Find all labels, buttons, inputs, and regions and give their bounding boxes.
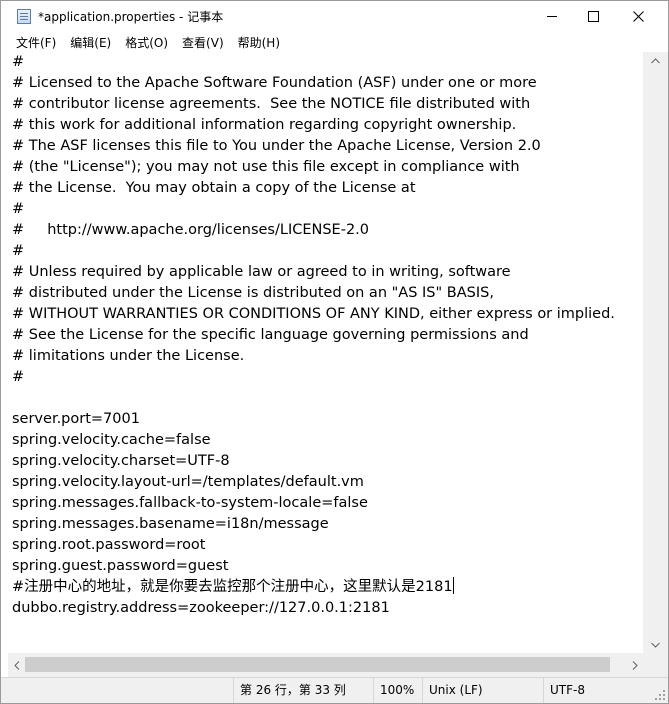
scroll-right-button[interactable] [626,653,643,677]
close-button[interactable] [615,1,661,31]
menu-bar: 文件(F) 编辑(E) 格式(O) 查看(V) 帮助(H) [1,32,668,52]
editor-line: # this work for additional information r… [12,117,517,133]
notepad-icon [17,9,31,24]
editor-line: # distributed under the License is distr… [12,285,494,301]
editor-line: spring.velocity.layout-url=/templates/de… [12,474,364,490]
encoding: UTF-8 [543,678,653,703]
editor-line: # the License. You may obtain a copy of … [12,180,416,196]
menu-help[interactable]: 帮助(H) [231,34,287,51]
status-bar: 第 26 行，第 33 列 100% Unix (LF) UTF-8 [1,677,668,703]
editor-line: # [12,243,25,259]
line-ending: Unix (LF) [422,678,540,703]
minimize-icon [546,15,557,17]
editor-line: # See the License for the specific langu… [12,327,529,343]
menu-format[interactable]: 格式(O) [118,34,175,51]
editor-line: spring.messages.fallback-to-system-local… [12,495,368,511]
menu-view[interactable]: 查看(V) [175,34,231,51]
title-bar[interactable]: *application.properties - 记事本 [1,1,668,32]
editor-line: # contributor license agreements. See th… [12,96,531,112]
chevron-down-icon [651,642,660,648]
current-line-text: #注册中心的地址，就是你要去监控那个注册中心，这里默认是2181 [12,579,453,595]
chevron-up-icon [651,57,660,63]
editor-line: spring.root.password=root [12,537,206,553]
minimize-button[interactable] [529,1,575,31]
horizontal-scrollbar[interactable] [8,653,643,677]
vertical-scrollbar[interactable] [643,52,668,653]
maximize-button[interactable] [570,1,616,31]
editor-line: # limitations under the License. [12,348,245,364]
editor-line [12,388,615,409]
editor-line: # Licensed to the Apache Software Founda… [12,75,537,91]
editor-lines: # # Licensed to the Apache Software Foun… [12,52,615,619]
editor-line: # [12,54,25,70]
text-editor[interactable]: # # Licensed to the Apache Software Foun… [8,52,643,653]
chevron-left-icon [13,660,19,670]
editor-line: spring.velocity.charset=UTF-8 [12,453,230,469]
editor-line: spring.velocity.cache=false [12,432,211,448]
chevron-right-icon [632,660,638,670]
scroll-up-button[interactable] [643,52,668,69]
editor-line: # Unless required by applicable law or a… [12,264,511,280]
horizontal-scroll-thumb[interactable] [25,657,610,672]
menu-file[interactable]: 文件(F) [1,34,63,51]
editor-line: server.port=7001 [12,411,140,427]
notepad-window: *application.properties - 记事本 文件(F) 编辑(E… [0,0,669,704]
editor-line: # WITHOUT WARRANTIES OR CONDITIONS OF AN… [12,306,615,322]
cursor-position: 第 26 行，第 33 列 [233,678,365,703]
scroll-down-button[interactable] [643,636,668,653]
editor-line: # http://www.apache.org/licenses/LICENSE… [12,222,370,238]
editor-line: # (the "License"); you may not use this … [12,159,520,175]
editor-line: # The ASF licenses this file to You unde… [12,138,541,154]
resize-grip-icon[interactable] [655,690,665,700]
menu-edit[interactable]: 编辑(E) [63,34,118,51]
editor-line: spring.messages.basename=i18n/message [12,516,329,532]
editor-line: # [12,201,25,217]
window-title: *application.properties - 记事本 [38,10,224,24]
maximize-icon [587,10,599,22]
close-icon [632,10,644,22]
zoom-level: 100% [373,678,419,703]
editor-line: spring.guest.password=guest [12,558,229,574]
scrollbar-corner [643,653,668,677]
text-caret [452,577,454,594]
editor-line-current: #注册中心的地址，就是你要去监控那个注册中心，这里默认是2181 [12,577,615,598]
editor-line: # [12,369,25,385]
editor-line: dubbo.registry.address=zookeeper://127.0… [12,600,390,616]
scroll-left-button[interactable] [8,653,25,677]
